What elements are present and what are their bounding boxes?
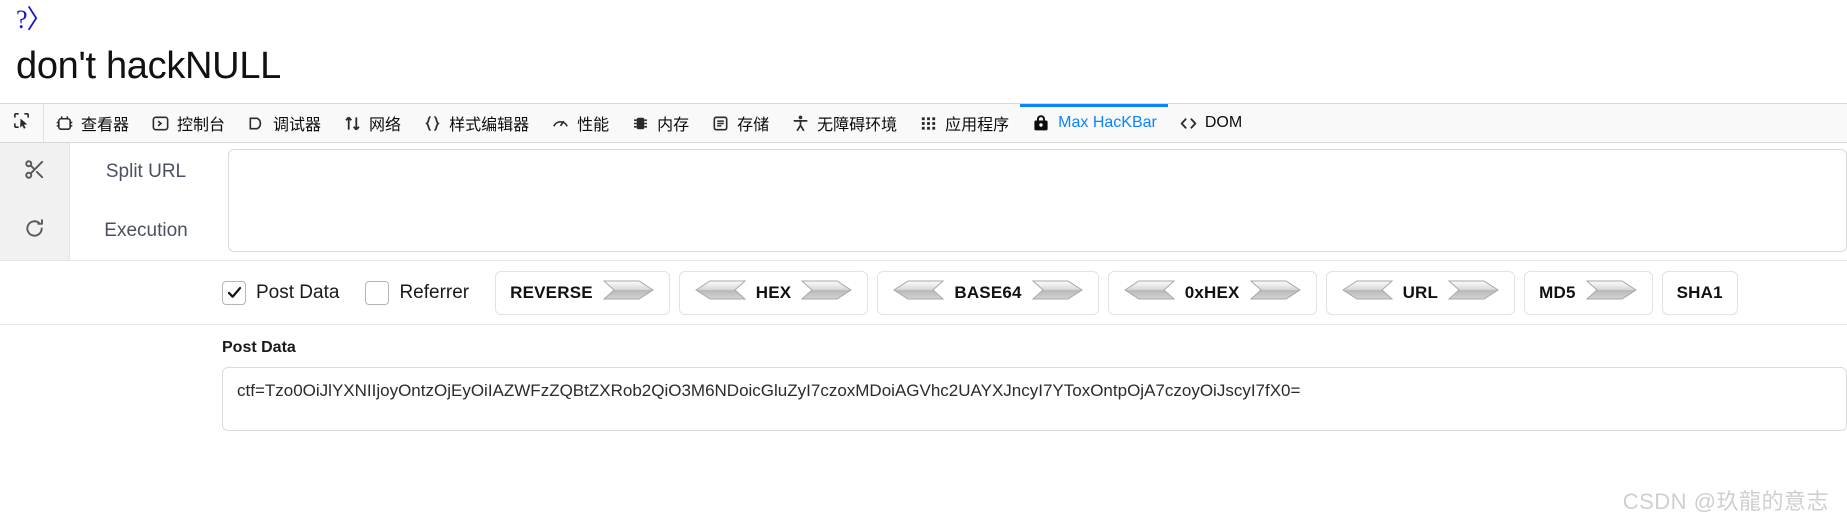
encode-arrow-right-icon[interactable] — [801, 275, 853, 310]
tab-memory[interactable]: 内存 — [620, 104, 700, 142]
post-data-field-label: Post Data — [222, 339, 296, 356]
tab-label: 调试器 — [273, 117, 322, 134]
encoder-url[interactable]: URL — [1325, 270, 1516, 315]
element-picker-button[interactable] — [0, 104, 44, 142]
encoder-hex[interactable]: HEX — [678, 270, 869, 315]
split-url-label[interactable]: Split URL — [70, 143, 222, 202]
post-data-section: Post Data ctf=Tzo0OiJlYXNIIjoyOntzOjEyOi… — [0, 324, 1847, 530]
tab-debugger[interactable]: 调试器 — [236, 104, 332, 142]
checkbox-box[interactable] — [222, 280, 246, 305]
encode-arrow-right-icon[interactable] — [1585, 275, 1638, 310]
hackbar-icon — [1031, 113, 1051, 133]
url-input[interactable] — [228, 149, 1847, 252]
encode-arrow-right-icon[interactable] — [1031, 275, 1084, 310]
tab-dom[interactable]: DOM — [1168, 104, 1253, 142]
encoder-toolbar: Post Data Referrer REVERSE HEX BASE64 0x… — [0, 261, 1847, 324]
tab-label: 应用程序 — [945, 117, 1010, 134]
encoder-label: HEX — [755, 282, 792, 302]
encoder-md5[interactable]: MD5 — [1524, 270, 1653, 315]
screenshot-root: ?〉 don't hackNULL 查看器 控制台 调试器 网络 样式编辑器 性… — [0, 0, 1847, 530]
encoder-label: URL — [1402, 282, 1439, 302]
tab-label: 控制台 — [177, 117, 226, 134]
debugger-icon — [247, 114, 266, 133]
hackbar-url-wrapper — [222, 143, 1847, 260]
decode-arrow-left-icon[interactable] — [1341, 275, 1393, 310]
tab-storage[interactable]: 存储 — [700, 104, 780, 142]
post-data-checkbox[interactable]: Post Data — [222, 280, 340, 305]
tab-label: 存储 — [737, 117, 770, 134]
hackbar-action-icons — [0, 143, 70, 260]
decode-arrow-left-icon[interactable] — [694, 275, 747, 310]
post-data-label: Post Data — [256, 281, 340, 303]
split-url-button[interactable] — [0, 143, 69, 202]
encode-arrow-right-icon[interactable] — [1447, 275, 1500, 310]
refresh-icon — [23, 217, 46, 245]
encoder-0xhex[interactable]: 0xHEX — [1107, 270, 1317, 315]
decode-arrow-left-icon[interactable] — [892, 275, 945, 310]
tab-accessibility[interactable]: 无障碍环境 — [780, 104, 908, 142]
inspector-icon — [55, 114, 74, 133]
style-editor-icon — [423, 114, 442, 133]
encoder-label: MD5 — [1539, 282, 1576, 302]
post-data-textarea[interactable]: ctf=Tzo0OiJlYXNIIjoyOntzOjEyOiIAZWFzZQBt… — [222, 367, 1847, 431]
encoder-label: BASE64 — [954, 282, 1022, 302]
php-closing-tag-text: ?〉 — [16, 5, 53, 34]
encode-arrow-right-icon[interactable] — [602, 275, 655, 310]
tab-inspector[interactable]: 查看器 — [44, 104, 140, 142]
accessibility-icon — [791, 114, 810, 133]
element-picker-icon — [12, 111, 31, 135]
execution-button[interactable] — [0, 202, 69, 261]
referrer-checkbox[interactable]: Referrer — [365, 280, 470, 305]
encoder-reverse[interactable]: REVERSE — [495, 270, 670, 315]
tab-label: 内存 — [657, 117, 690, 134]
tab-performance[interactable]: 性能 — [540, 104, 620, 142]
checkbox-box[interactable] — [365, 280, 390, 305]
max-hackbar-panel: Split URL Execution Post Data Referrer R… — [0, 143, 1847, 530]
memory-icon — [631, 114, 650, 133]
console-icon — [151, 114, 170, 133]
encoder-label: 0xHEX — [1184, 282, 1240, 302]
scissors-icon — [23, 158, 46, 186]
encoder-sha1[interactable]: SHA1 — [1661, 270, 1738, 315]
tab-label: Max HacKBar — [1058, 114, 1157, 131]
encoder-base64[interactable]: BASE64 — [877, 270, 1099, 315]
page-title: don't hackNULL — [16, 45, 281, 87]
tab-label: DOM — [1204, 114, 1243, 131]
dom-icon — [1179, 114, 1198, 133]
tab-label: 网络 — [369, 117, 402, 134]
tab-max-hackbar[interactable]: Max HacKBar — [1020, 104, 1168, 142]
web-page-content: ?〉 don't hackNULL — [0, 0, 1847, 103]
referrer-label: Referrer — [399, 281, 470, 303]
execution-label[interactable]: Execution — [70, 202, 222, 261]
tab-label: 无障碍环境 — [817, 117, 898, 134]
encode-arrow-right-icon[interactable] — [1249, 275, 1302, 310]
tab-console[interactable]: 控制台 — [140, 104, 236, 142]
tab-label: 样式编辑器 — [449, 117, 530, 134]
tab-label: 性能 — [577, 117, 610, 134]
encoder-label: REVERSE — [510, 282, 593, 302]
tab-network[interactable]: 网络 — [332, 104, 412, 142]
application-icon — [919, 114, 938, 133]
performance-icon — [551, 114, 570, 133]
check-icon — [227, 286, 241, 298]
tab-label: 查看器 — [81, 117, 130, 134]
encoder-label: SHA1 — [1676, 282, 1723, 302]
network-icon — [343, 114, 362, 133]
decode-arrow-left-icon[interactable] — [1123, 275, 1175, 310]
tab-style-editor[interactable]: 样式编辑器 — [412, 104, 540, 142]
devtools-toolbar: 查看器 控制台 调试器 网络 样式编辑器 性能 内存 存储 无障碍环境 应用程序… — [0, 103, 1847, 143]
hackbar-action-labels: Split URL Execution — [70, 143, 222, 260]
storage-icon — [711, 114, 730, 133]
tab-application[interactable]: 应用程序 — [908, 104, 1020, 142]
hackbar-url-section: Split URL Execution — [0, 143, 1847, 261]
